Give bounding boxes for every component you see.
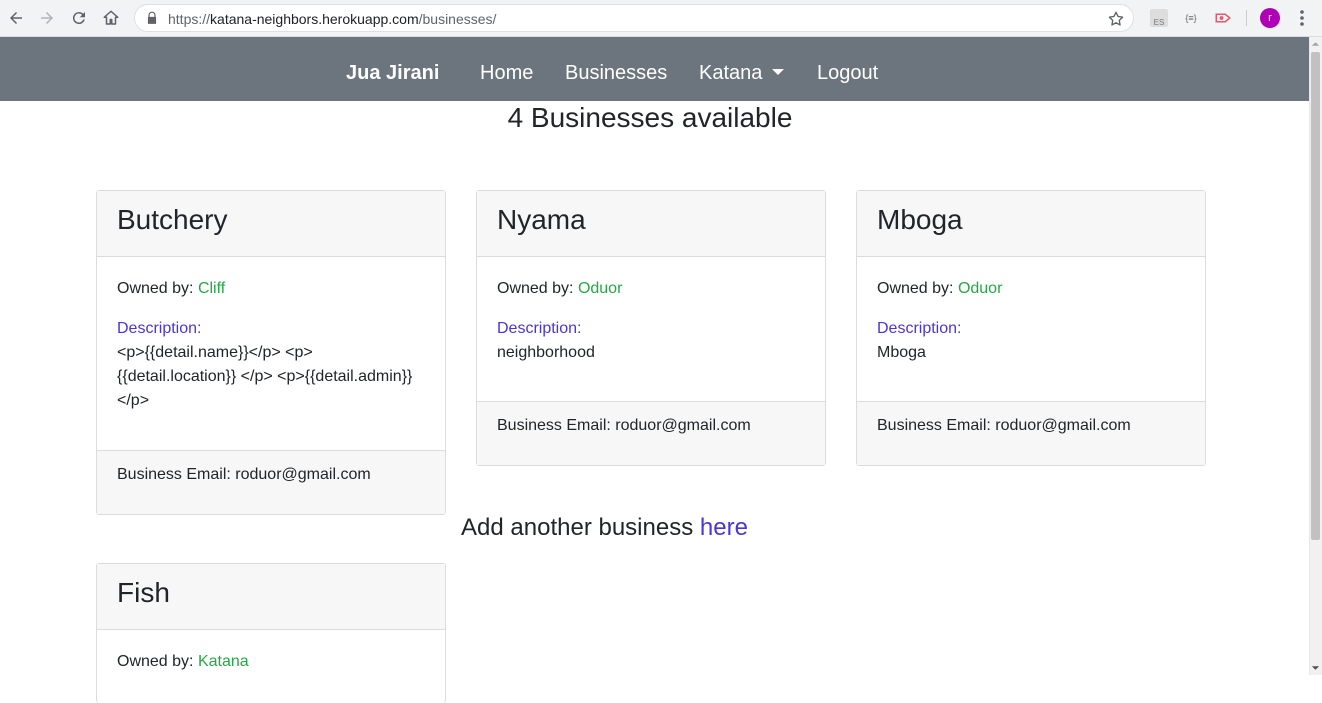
description-label: Description: [877,320,962,337]
add-business-text: Add another business [461,514,694,541]
business-email: roduor@gmail.com [995,417,1131,434]
home-icon[interactable] [100,8,122,28]
email-label: Business Email: [877,417,991,434]
bookmark-star-icon[interactable] [1107,10,1125,28]
owned-by-line: Owned by: Oduor [877,277,1185,301]
owned-by-label: Owned by: [117,280,194,297]
nav-katana-dropdown[interactable]: Katana [699,62,785,84]
card-footer: Business Email: roduor@gmail.com [97,450,445,514]
business-card: Mboga Owned by: Oduor Description: Mboga… [856,190,1206,466]
forward-icon[interactable] [36,8,58,28]
scrollbar-thumb[interactable] [1311,52,1320,540]
card-body: Owned by: Katana [97,630,445,674]
profile-initial: r [1268,12,1272,24]
card-footer: Business Email: roduor@gmail.com [477,401,825,465]
profile-avatar[interactable]: r [1260,8,1280,28]
more-menu-icon[interactable] [1294,8,1310,28]
business-email: roduor@gmail.com [235,466,371,483]
scroll-down-icon[interactable] [1311,663,1320,673]
business-card: Fish Owned by: Katana [96,563,446,703]
card-title: Mboga [857,191,1205,257]
owner-link[interactable]: Katana [198,653,249,670]
description-label: Description: [497,320,582,337]
nav-businesses[interactable]: Businesses [565,62,667,84]
card-body: Owned by: Oduor Description: neighborhoo… [477,257,825,365]
url-text: https://katana-neighbors.herokuapp.com/b… [168,11,497,27]
caret-down-icon [772,69,785,76]
site-navbar: Jua Jirani Home Businesses Katana Logout [0,37,1309,101]
business-card: Butchery Owned by: Cliff Description: <p… [96,190,446,515]
email-label: Business Email: [117,466,231,483]
owned-by-label: Owned by: [497,280,574,297]
nav-katana-label: Katana [699,62,763,84]
add-business-link[interactable]: here [700,514,748,541]
owned-by-label: Owned by: [117,653,194,670]
business-card: Nyama Owned by: Oduor Description: neigh… [476,190,826,466]
lock-icon [147,11,157,24]
description-text: Mboga [877,344,926,361]
owned-by-line: Owned by: Katana [117,650,425,674]
owned-by-line: Owned by: Oduor [497,277,805,301]
add-business-line: Add another business here [0,512,1209,544]
nav-logout[interactable]: Logout [817,62,878,84]
page-title: 4 Businesses available [507,102,793,133]
owned-by-label: Owned by: [877,280,954,297]
scroll-up-icon[interactable] [1311,39,1320,49]
card-title: Nyama [477,191,825,257]
description-text: neighborhood [497,344,595,361]
card-title: Fish [97,564,445,630]
record-extension-icon[interactable] [1214,9,1232,27]
business-email: roduor@gmail.com [615,417,751,434]
card-title: Butchery [97,191,445,257]
nav-home[interactable]: Home [480,62,533,84]
card-body: Owned by: Cliff Description: <p>{{detail… [97,257,445,413]
toolbar-divider [1246,10,1247,26]
email-label: Business Email: [497,417,611,434]
es-extension-label: ES [1153,18,1165,27]
json-extension-icon[interactable]: {≡} [1182,9,1200,27]
json-extension-label: {≡} [1185,13,1197,23]
card-footer: Business Email: roduor@gmail.com [857,401,1205,465]
reload-icon[interactable] [68,8,90,28]
brand-link[interactable]: Jua Jirani [346,62,439,84]
address-bar[interactable]: https://katana-neighbors.herokuapp.com/b… [134,4,1134,32]
description-label: Description: [117,320,202,337]
es-extension-icon[interactable]: ES [1150,9,1168,27]
owner-link[interactable]: Oduor [578,280,622,297]
description-text: <p>{{detail.name}}</p> <p>{{detail.locat… [117,344,413,409]
owner-link[interactable]: Cliff [198,280,225,297]
card-body: Owned by: Oduor Description: Mboga [857,257,1205,365]
back-icon[interactable] [5,8,27,28]
owned-by-line: Owned by: Cliff [117,277,425,301]
browser-toolbar: https://katana-neighbors.herokuapp.com/b… [0,0,1322,37]
owner-link[interactable]: Oduor [958,280,1002,297]
